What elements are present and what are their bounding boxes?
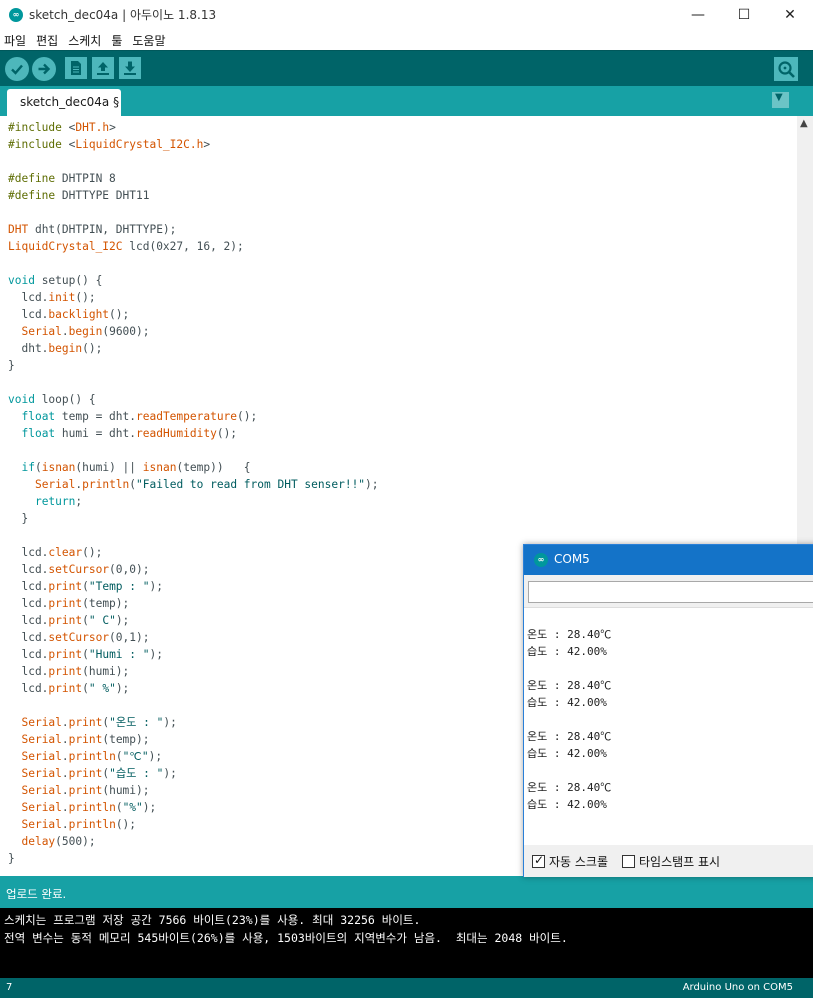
scroll-up-icon[interactable]: ▲ [800, 118, 808, 129]
board-port-info: Arduino Uno on COM5 [682, 982, 793, 993]
close-button[interactable]: ✕ [767, 0, 813, 30]
code-line[interactable]: Serial.begin(9600); [8, 323, 149, 340]
line-number: 7 [6, 982, 13, 993]
verify-icon [11, 64, 23, 75]
code-line[interactable]: Serial.print("습도 : "); [8, 765, 176, 782]
save-sketch-button[interactable] [119, 57, 141, 79]
serial-output-line: 습도 : 42.00% [527, 747, 607, 760]
menu-sketch[interactable]: 스케치 [63, 31, 106, 51]
upload-icon [38, 63, 51, 75]
code-line[interactable]: Serial.println("%"); [8, 799, 156, 816]
menu-edit[interactable]: 편집 [31, 31, 63, 51]
code-line[interactable]: #define DHTPIN 8 [8, 170, 116, 187]
code-line[interactable]: Serial.println("℃"); [8, 748, 162, 765]
verify-button[interactable] [5, 57, 29, 81]
code-line[interactable]: lcd.backlight(); [8, 306, 129, 323]
maximize-button[interactable]: ☐ [721, 0, 767, 30]
arduino-ide-window: ∞ sketch_dec04a | 아두이노 1.8.13 — ☐ ✕ 파일 편집… [0, 0, 813, 998]
serial-monitor-title: COM5 [554, 552, 590, 566]
code-line[interactable]: lcd.clear(); [8, 544, 102, 561]
serial-output-line: 온도 : 28.40℃ [527, 730, 612, 743]
serial-monitor-title-bar: ∞ COM5 [524, 545, 813, 575]
menu-tools[interactable]: 툴 [106, 31, 127, 51]
code-line[interactable]: Serial.print(humi); [8, 782, 149, 799]
tab-sketch[interactable]: sketch_dec04a § [7, 89, 121, 116]
serial-output-area: 온도 : 28.40℃ 습도 : 42.00% 온도 : 28.40℃ 습도 :… [524, 607, 813, 845]
code-line[interactable]: lcd.init(); [8, 289, 95, 306]
code-line[interactable]: lcd.setCursor(0,1); [8, 629, 149, 646]
open-sketch-button[interactable] [92, 57, 114, 79]
code-line[interactable]: float temp = dht.readTemperature(); [8, 408, 257, 425]
window-title: sketch_dec04a | 아두이노 1.8.13 [29, 8, 217, 22]
code-line[interactable]: if(isnan(humi) || isnan(temp)) { [8, 459, 250, 476]
autoscroll-checkbox[interactable]: ✓ [532, 853, 545, 868]
serial-monitor-footer: ✓ 자동 스크롤 타임스탬프 표시 [524, 847, 813, 877]
code-line[interactable]: } [8, 850, 15, 867]
tab-row: sketch_dec04a § ▼ [0, 86, 813, 116]
serial-send-input[interactable] [528, 581, 813, 603]
serial-monitor-window: ∞ COM5 온도 : 28.40℃ 습도 : 42.00% 온도 : 28.4… [523, 544, 813, 877]
status-bar: 업로드 완료. [0, 876, 813, 908]
code-line[interactable]: lcd.print(temp); [8, 595, 129, 612]
menu-help[interactable]: 도움말 [127, 31, 170, 51]
code-line[interactable]: dht.begin(); [8, 340, 102, 357]
upload-button[interactable] [32, 57, 56, 81]
serial-monitor-icon [778, 61, 795, 78]
code-line[interactable]: #include <LiquidCrystal_I2C.h> [8, 136, 210, 153]
console-line: 전역 변수는 동적 메모리 545바이트(26%)를 사용, 1503바이트의 … [4, 931, 568, 945]
arduino-logo-icon: ∞ [9, 8, 23, 22]
title-bar: ∞ sketch_dec04a | 아두이노 1.8.13 — ☐ ✕ [0, 0, 813, 30]
code-line[interactable]: delay(500); [8, 833, 95, 850]
serial-output-line: 온도 : 28.40℃ [527, 781, 612, 794]
checkmark-icon: ✓ [534, 853, 545, 867]
code-line[interactable]: } [8, 357, 15, 374]
code-line[interactable]: lcd.print("Humi : "); [8, 646, 163, 663]
new-sketch-button[interactable] [65, 57, 87, 79]
minimize-button[interactable]: — [675, 0, 721, 30]
serial-monitor-button[interactable] [774, 57, 798, 81]
code-line[interactable]: Serial.print(temp); [8, 731, 149, 748]
tab-menu-button[interactable]: ▼ [772, 92, 789, 108]
code-line[interactable]: #include <DHT.h> [8, 119, 116, 136]
status-message: 업로드 완료. [6, 887, 67, 901]
code-line[interactable]: #define DHTTYPE DHT11 [8, 187, 149, 204]
code-line[interactable]: Serial.print("온도 : "); [8, 714, 176, 731]
menu-file[interactable]: 파일 [0, 31, 31, 51]
code-line[interactable]: Serial.println("Failed to read from DHT … [8, 476, 379, 493]
serial-output-line: 습도 : 42.00% [527, 798, 607, 811]
code-line[interactable]: DHT dht(DHTPIN, DHTTYPE); [8, 221, 176, 238]
serial-output-line: 온도 : 28.40℃ [527, 679, 612, 692]
serial-output-line: 습도 : 42.00% [527, 645, 607, 658]
code-line[interactable]: LiquidCrystal_I2C lcd(0x27, 16, 2); [8, 238, 244, 255]
console-output: 스케치는 프로그램 저장 공간 7566 바이트(23%)를 사용. 최대 32… [0, 908, 813, 978]
code-line[interactable]: lcd.print(humi); [8, 663, 129, 680]
serial-output-line: 습도 : 42.00% [527, 696, 607, 709]
code-line[interactable]: lcd.print(" C"); [8, 612, 129, 629]
code-line[interactable]: void setup() { [8, 272, 102, 289]
open-icon [97, 62, 109, 75]
serial-output-line: 온도 : 28.40℃ [527, 628, 612, 641]
code-line[interactable]: Serial.println(); [8, 816, 136, 833]
console-line: 스케치는 프로그램 저장 공간 7566 바이트(23%)를 사용. 최대 32… [4, 913, 421, 927]
bottom-status-bar: 7 Arduino Uno on COM5 [0, 978, 813, 998]
code-line[interactable]: return; [8, 493, 82, 510]
new-icon [71, 61, 81, 75]
code-line[interactable]: lcd.print(" %"); [8, 680, 129, 697]
save-icon [124, 61, 136, 75]
arduino-logo-icon: ∞ [534, 553, 548, 567]
code-line[interactable]: void loop() { [8, 391, 96, 408]
autoscroll-label: 자동 스크롤 [549, 855, 609, 869]
toolbar [0, 50, 813, 86]
code-line[interactable]: float humi = dht.readHumidity(); [8, 425, 237, 442]
code-line[interactable]: lcd.print("Temp : "); [8, 578, 163, 595]
menu-bar: 파일 편집 스케치 툴 도움말 [0, 30, 813, 50]
code-line[interactable]: } [8, 510, 28, 527]
timestamp-label: 타임스탬프 표시 [639, 855, 721, 869]
chevron-down-icon: ▼ [775, 92, 783, 103]
timestamp-checkbox[interactable] [622, 855, 635, 868]
code-line[interactable]: lcd.setCursor(0,0); [8, 561, 149, 578]
